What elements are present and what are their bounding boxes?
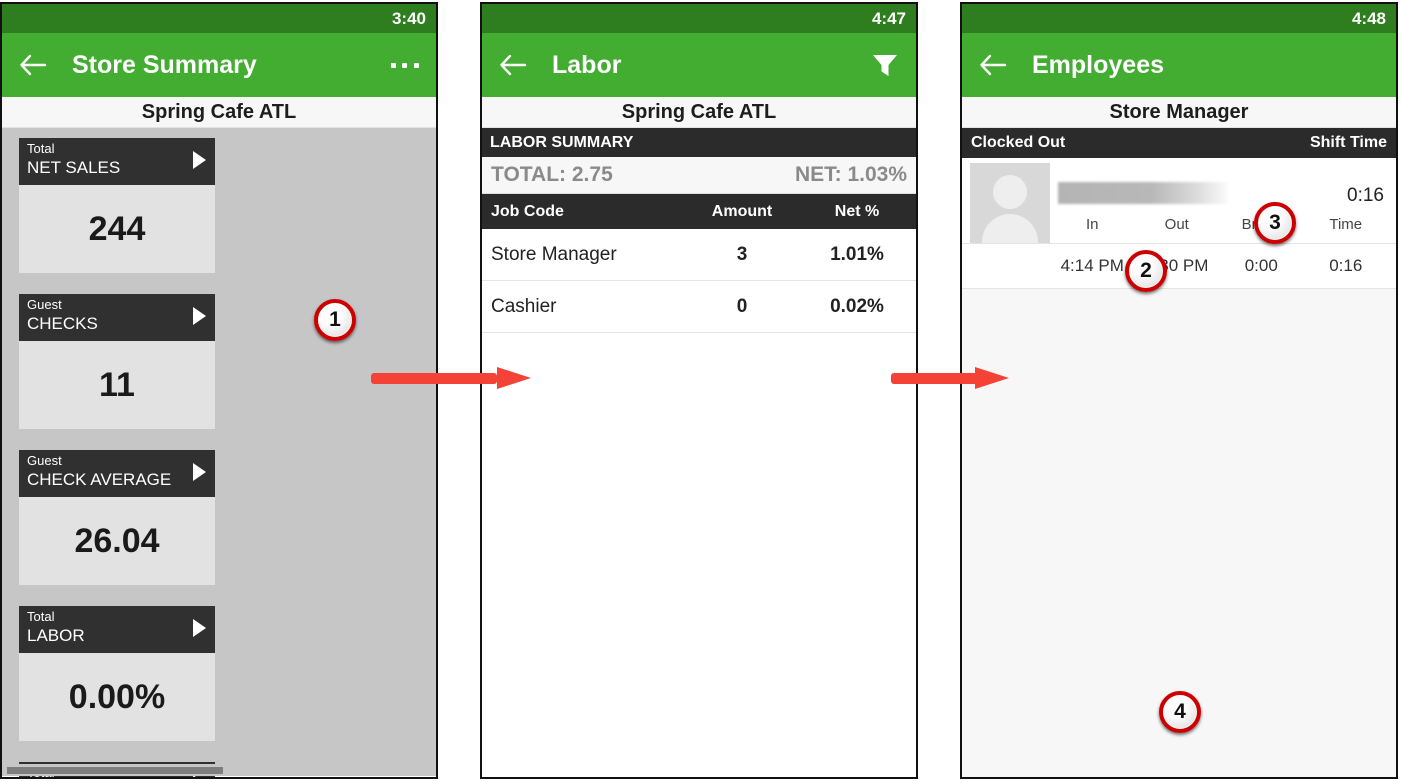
app-bar-action-placeholder <box>1348 48 1382 82</box>
table-row[interactable]: Store Manager 3 1.01% <box>482 229 916 281</box>
cell-amount: 0 <box>736 295 748 317</box>
tile-check-average[interactable]: Guest CHECK AVERAGE 26.04 <box>19 450 215 585</box>
avatar-body-shape <box>982 214 1038 243</box>
cell-job-code: Cashier <box>491 295 557 317</box>
callout-badge-4: 4 <box>1159 691 1201 733</box>
back-arrow-icon[interactable] <box>496 48 530 82</box>
play-caret-icon <box>193 619 206 637</box>
app-bar: Employees <box>962 33 1396 97</box>
phone-screen-store-summary: 3:40 Store Summary Spring Cafe ATL Total… <box>0 2 438 779</box>
horizontal-scrollbar[interactable] <box>2 764 436 776</box>
arrow-shaft <box>371 373 497 384</box>
store-name-header: Spring Cafe ATL <box>482 97 916 128</box>
status-bar-clock: 4:48 <box>1351 8 1386 28</box>
value-time: 0:16 <box>1329 256 1363 275</box>
tile-header: Total NET SALES <box>19 138 215 185</box>
clocked-out-label: Clocked Out <box>971 134 1066 151</box>
status-bar: 3:40 <box>2 4 436 33</box>
annotation-arrow-2 <box>891 367 1009 389</box>
filter-funnel-icon[interactable] <box>868 48 902 82</box>
column-label-in: In <box>1085 216 1099 233</box>
labor-summary-row: TOTAL: 2.75 NET: 1.03% <box>482 157 916 194</box>
shift-time-label: Shift Time <box>1309 134 1387 151</box>
cell-net-pct: 1.01% <box>830 243 884 265</box>
labor-total-value: TOTAL: 2.75 <box>491 163 613 186</box>
avatar-head-shape <box>993 175 1027 209</box>
employee-shift-time: 0:16 <box>1347 185 1384 206</box>
column-header-job-code: Job Code <box>491 202 564 220</box>
cell-net-pct: 0.02% <box>830 295 884 317</box>
page-title: Labor <box>552 50 622 79</box>
employee-name-redacted <box>1058 182 1228 204</box>
labor-table-body: Store Manager 3 1.01% Cashier 0 0.02% <box>482 229 916 777</box>
cell-job-code: Store Manager <box>491 243 617 265</box>
play-caret-icon <box>193 151 206 169</box>
tile-header: Guest CHECKS <box>19 294 215 341</box>
value-break: 0:00 <box>1244 256 1278 275</box>
tile-value: 244 <box>19 185 215 273</box>
tile-metric: CHECKS <box>27 314 98 333</box>
app-bar: Labor <box>482 33 916 97</box>
column-header-amount: Amount <box>711 202 773 220</box>
tile-metric: LABOR <box>27 626 85 645</box>
summary-tile-grid: Total NET SALES 244 Guest CHECKS 11 Gues… <box>2 128 436 777</box>
labor-table-header: Job Code Amount Net % <box>482 194 916 229</box>
tile-total-labor[interactable]: Total LABOR 0.00% <box>19 606 215 741</box>
column-label-time: Time <box>1329 216 1363 233</box>
play-caret-icon <box>193 307 206 325</box>
callout-badge-3: 3 <box>1254 202 1296 244</box>
column-header-net-pct: Net % <box>834 202 880 220</box>
status-bar-clock: 4:47 <box>871 8 906 28</box>
tile-checks[interactable]: Guest CHECKS 11 <box>19 294 215 429</box>
tile-header: Guest CHECK AVERAGE <box>19 450 215 497</box>
callout-badge-2: 2 <box>1125 250 1167 292</box>
tile-value: 26.04 <box>19 497 215 585</box>
play-caret-icon <box>193 463 206 481</box>
tile-header: Total LABOR <box>19 606 215 653</box>
value-in: 4:14 PM <box>1060 256 1124 275</box>
tile-metric: NET SALES <box>27 158 121 177</box>
page-title: Store Summary <box>72 50 257 79</box>
employee-list-header: Clocked Out Shift Time <box>962 128 1396 158</box>
tile-net-sales[interactable]: Total NET SALES 244 <box>19 138 215 273</box>
annotation-arrow-1 <box>371 367 531 389</box>
arrow-head <box>975 367 1009 389</box>
overflow-menu-icon[interactable] <box>388 48 422 82</box>
back-arrow-icon[interactable] <box>976 48 1010 82</box>
job-title-header: Store Manager <box>962 97 1396 128</box>
tile-value: 0.00% <box>19 653 215 741</box>
employee-column-labels: In Out Break Time <box>1050 216 1388 233</box>
column-label-out: Out <box>1164 216 1189 233</box>
cell-amount: 3 <box>736 243 748 265</box>
labor-summary-section-header: LABOR SUMMARY <box>482 128 916 157</box>
phone-screen-labor: 4:47 Labor Spring Cafe ATL LABOR SUMMARY… <box>480 2 918 779</box>
status-bar: 4:48 <box>962 4 1396 33</box>
labor-net-value: NET: 1.03% <box>794 163 907 186</box>
status-bar: 4:47 <box>482 4 916 33</box>
back-arrow-icon[interactable] <box>16 48 50 82</box>
tile-category: Guest <box>27 297 62 312</box>
store-name-header: Spring Cafe ATL <box>2 97 436 128</box>
arrow-shaft <box>891 373 979 384</box>
tile-category: Total <box>27 141 55 156</box>
employee-shift-values-row: 4:14 PM 4:30 PM 0:00 0:16 <box>962 244 1396 289</box>
tile-category: Guest <box>27 453 62 468</box>
app-bar: Store Summary <box>2 33 436 97</box>
page-title: Employees <box>1032 50 1165 79</box>
callout-badge-1: 1 <box>314 299 356 341</box>
employee-card[interactable]: 0:16 In Out Break Time <box>962 158 1396 244</box>
table-row[interactable]: Cashier 0 0.02% <box>482 281 916 333</box>
scrollbar-thumb[interactable] <box>7 767 223 774</box>
arrow-head <box>497 367 531 389</box>
status-bar-clock: 3:40 <box>391 8 426 28</box>
tile-category: Total <box>27 609 55 624</box>
avatar-person-icon <box>970 163 1050 243</box>
phone-screen-employees: 4:48 Employees Store Manager Clocked Out… <box>960 2 1398 779</box>
tile-value: 11 <box>19 341 215 429</box>
tile-metric: CHECK AVERAGE <box>27 470 172 489</box>
